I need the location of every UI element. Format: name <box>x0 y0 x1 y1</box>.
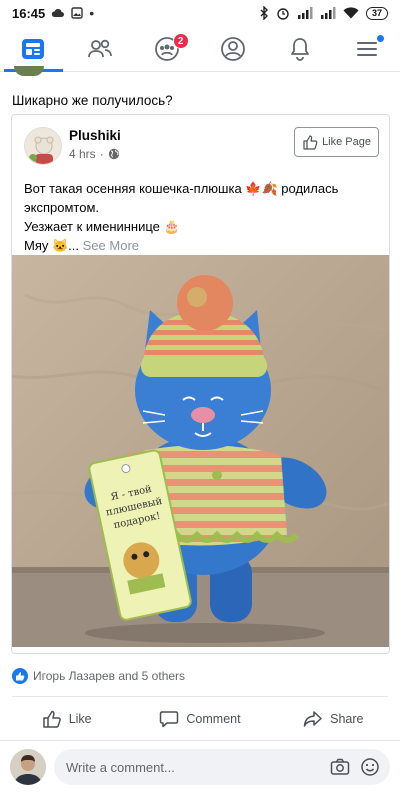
shared-post-card[interactable]: Plushiki 4 hrs · Like Page Вот такая осе… <box>11 114 390 654</box>
wifi-icon <box>343 7 359 19</box>
page-avatar[interactable] <box>24 127 62 165</box>
comment-label: Comment <box>186 712 241 726</box>
reactions-text: Игорь Лазарев and 5 others <box>33 669 186 683</box>
user-avatar-image <box>10 749 46 785</box>
signal-icon <box>297 7 313 19</box>
status-time: 16:45 <box>12 5 46 21</box>
previous-post-edge <box>0 66 400 80</box>
globe-icon <box>108 148 119 160</box>
signal2-icon <box>320 7 336 19</box>
like-button[interactable]: Like <box>0 700 133 738</box>
battery-indicator: 37 <box>365 6 388 20</box>
avatar[interactable] <box>10 749 46 785</box>
bell-icon <box>291 37 309 61</box>
nav-groups[interactable]: 2 <box>133 26 200 71</box>
news-feed-icon <box>22 38 45 59</box>
page-avatar-image <box>25 128 61 164</box>
menu-notification-dot <box>376 35 384 42</box>
post-meta: 4 hrs · <box>69 147 120 161</box>
status-bar: 16:45 • 37 <box>0 0 400 26</box>
nav-friends[interactable] <box>67 26 134 71</box>
like-icon <box>42 710 61 728</box>
post-text: Шикарно же получилось? <box>12 93 173 108</box>
alarm-icon <box>277 8 289 20</box>
bluetooth-icon <box>260 6 268 20</box>
share-label: Share <box>330 712 364 726</box>
post-photo[interactable]: Я - твой плюшевый подарок! <box>11 255 390 647</box>
comment-input[interactable]: Write a comment... <box>54 749 390 785</box>
share-icon <box>303 711 322 727</box>
comment-bar: Write a comment... <box>0 744 400 790</box>
friends-icon <box>88 39 112 57</box>
reactions-summary[interactable]: Игорь Лазарев and 5 others <box>12 668 185 684</box>
profile-icon <box>221 36 246 61</box>
top-navigation: 2 <box>0 26 400 72</box>
page-name[interactable]: Plushiki <box>69 128 121 143</box>
nav-profile[interactable] <box>200 26 267 71</box>
like-reaction-icon <box>12 668 28 684</box>
comment-button[interactable]: Comment <box>133 700 266 738</box>
shared-text-line: Вот такая осенняя кошечка-плюшка 🍁🍂 роди… <box>24 181 339 196</box>
thumbs-up-icon <box>303 135 318 150</box>
like-page-label: Like Page <box>322 136 371 148</box>
nav-news-feed[interactable] <box>0 26 67 72</box>
menu-icon <box>356 41 377 56</box>
groups-badge: 2 <box>172 33 189 49</box>
shared-text-line: экспромтом. <box>24 200 99 215</box>
divider <box>0 740 400 741</box>
like-page-button[interactable]: Like Page <box>294 127 379 157</box>
shared-text-line: Уезжает к имениннице 🎂 <box>24 219 180 234</box>
emoji-icon[interactable] <box>360 757 380 777</box>
comment-icon <box>160 711 179 728</box>
shared-text-line-last: Мяу 🐱... See More <box>24 236 374 255</box>
post-time[interactable]: 4 hrs <box>69 147 96 161</box>
post-actions: Like Comment Share <box>0 700 400 738</box>
dot-icon: • <box>89 5 95 21</box>
see-more-link[interactable]: See More <box>83 238 139 253</box>
comment-placeholder: Write a comment... <box>66 759 175 775</box>
divider <box>12 696 388 697</box>
camera-icon[interactable] <box>330 758 350 776</box>
nav-menu[interactable] <box>333 26 400 71</box>
cloud-icon <box>52 8 65 17</box>
image-icon <box>71 7 83 19</box>
separator-dot: · <box>99 147 104 161</box>
nav-notifications[interactable] <box>267 26 334 71</box>
avatar <box>14 66 44 76</box>
share-button[interactable]: Share <box>267 700 400 738</box>
shared-post-text: Вот такая осенняя кошечка-плюшка 🍁🍂 роди… <box>24 179 374 255</box>
like-label: Like <box>68 712 92 726</box>
shared-text-line: Мяу 🐱... <box>24 238 80 253</box>
